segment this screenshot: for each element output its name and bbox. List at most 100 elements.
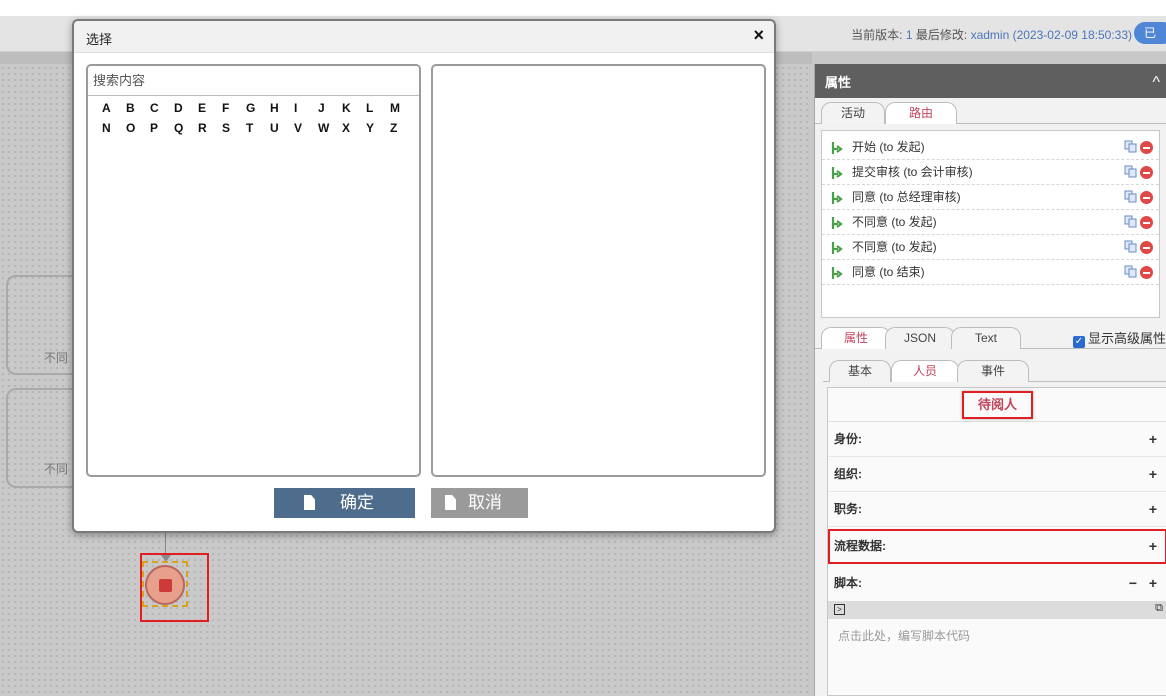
collapse-script-icon[interactable]: −: [1129, 566, 1137, 601]
group-title-text: 待阅人: [961, 391, 1033, 419]
copy-icon[interactable]: [1124, 140, 1137, 153]
version-number[interactable]: 1: [906, 28, 913, 42]
letter-d[interactable]: D: [174, 98, 198, 118]
delete-icon[interactable]: [1140, 166, 1153, 179]
properties-panel: 属性 ^ 活动 路由 开始 (to 发起) 提交审核 (to 会计审核) 同意 …: [814, 64, 1166, 696]
route-label: 同意 (to 总经理审核): [852, 190, 961, 204]
selected-pane[interactable]: [431, 64, 766, 477]
delete-icon[interactable]: [1140, 266, 1153, 279]
add-script-icon[interactable]: +: [1149, 566, 1157, 601]
letter-j[interactable]: J: [318, 98, 342, 118]
letter-r[interactable]: R: [198, 118, 222, 138]
cancel-button[interactable]: 取消: [431, 488, 528, 518]
letter-u[interactable]: U: [270, 118, 294, 138]
stop-icon: [159, 579, 172, 592]
letter-k[interactable]: K: [342, 98, 366, 118]
modified-label: 最后修改:: [915, 28, 968, 42]
letter-c[interactable]: C: [150, 98, 174, 118]
letter-l[interactable]: L: [366, 98, 390, 118]
route-arrow-icon: [831, 242, 843, 254]
route-item[interactable]: 同意 (to 总经理审核): [822, 185, 1159, 210]
letter-o[interactable]: O: [126, 118, 150, 138]
checkbox-checked-icon[interactable]: ✓: [1072, 336, 1085, 348]
letter-t[interactable]: T: [246, 118, 270, 138]
letter-y[interactable]: Y: [366, 118, 390, 138]
collapse-caret-icon[interactable]: ^: [1152, 64, 1160, 102]
search-input[interactable]: [88, 66, 419, 96]
tab-activity[interactable]: 活动: [821, 102, 885, 124]
panel-title: 属性 ^: [815, 64, 1166, 98]
route-arrow-icon: [831, 167, 843, 179]
version-label: 当前版本:: [851, 28, 903, 42]
top-strip: [0, 0, 1166, 16]
published-badge[interactable]: 已: [1134, 22, 1166, 44]
expand-window-icon[interactable]: ⧉: [1155, 602, 1163, 615]
people-sub-tabs: 基本 人员 事件: [823, 360, 1166, 382]
copy-icon[interactable]: [1124, 215, 1137, 228]
select-dialog: 选择 × ABCDEFGHIJKLM NOPQRSTUVWXYZ 确定 取消: [72, 19, 776, 533]
route-item[interactable]: 提交审核 (to 会计审核): [822, 160, 1159, 185]
route-item[interactable]: 开始 (to 发起): [822, 135, 1159, 160]
script-editor[interactable]: 点击此处，编写脚本代码: [828, 619, 1166, 652]
delete-icon[interactable]: [1140, 191, 1153, 204]
letter-e[interactable]: E: [198, 98, 222, 118]
letter-p[interactable]: P: [150, 118, 174, 138]
letter-z[interactable]: Z: [390, 118, 414, 138]
node-label: 不同: [44, 462, 69, 476]
confirm-button[interactable]: 确定: [274, 488, 415, 518]
tab-basic[interactable]: 基本: [829, 360, 891, 382]
document-cancel-icon: [445, 495, 456, 510]
add-flow-data-icon[interactable]: +: [1149, 529, 1157, 564]
tab-text[interactable]: Text: [951, 327, 1021, 349]
flow-data-label: 流程数据:: [834, 539, 886, 553]
tab-people[interactable]: 人员: [891, 360, 959, 382]
copy-icon[interactable]: [1124, 265, 1137, 278]
delete-icon[interactable]: [1140, 216, 1153, 229]
candidate-list[interactable]: [88, 146, 419, 176]
letter-s[interactable]: S: [222, 118, 246, 138]
route-arrow-icon: [831, 267, 843, 279]
letter-q[interactable]: Q: [174, 118, 198, 138]
end-node[interactable]: [145, 565, 185, 605]
letter-h[interactable]: H: [270, 98, 294, 118]
advanced-label: 显示高级属性: [1087, 331, 1166, 346]
add-identity-icon[interactable]: +: [1149, 422, 1157, 457]
modified-by-link[interactable]: xadmin (2023-02-09 18:50:33): [971, 28, 1132, 42]
letter-i[interactable]: I: [294, 98, 318, 118]
tab-json[interactable]: JSON: [885, 327, 955, 349]
route-item[interactable]: 不同意 (to 发起): [822, 210, 1159, 235]
copy-icon[interactable]: [1124, 165, 1137, 178]
tab-properties[interactable]: 属性: [821, 327, 891, 349]
route-list: 开始 (to 发起) 提交审核 (to 会计审核) 同意 (to 总经理审核) …: [821, 130, 1160, 318]
candidate-pane: ABCDEFGHIJKLM NOPQRSTUVWXYZ: [86, 64, 421, 477]
advanced-toggle[interactable]: ✓ 显示高级属性: [1072, 328, 1166, 348]
letter-f[interactable]: F: [222, 98, 246, 118]
terminal-icon[interactable]: >: [834, 604, 845, 615]
add-duty-icon[interactable]: +: [1149, 492, 1157, 527]
letter-b[interactable]: B: [126, 98, 150, 118]
route-label: 同意 (to 结束): [852, 265, 925, 279]
close-icon[interactable]: ×: [753, 25, 764, 46]
letter-x[interactable]: X: [342, 118, 366, 138]
route-item[interactable]: 不同意 (to 发起): [822, 235, 1159, 260]
letter-w[interactable]: W: [318, 118, 342, 138]
copy-icon[interactable]: [1124, 190, 1137, 203]
script-label: 脚本:: [834, 576, 862, 590]
copy-icon[interactable]: [1124, 240, 1137, 253]
route-arrow-icon: [831, 142, 843, 154]
add-org-icon[interactable]: +: [1149, 457, 1157, 492]
delete-icon[interactable]: [1140, 241, 1153, 254]
tab-route[interactable]: 路由: [885, 102, 957, 124]
letter-n[interactable]: N: [102, 118, 126, 138]
route-item[interactable]: 同意 (to 结束): [822, 260, 1159, 285]
letter-a[interactable]: A: [102, 98, 126, 118]
tab-events[interactable]: 事件: [957, 360, 1029, 382]
letter-m[interactable]: M: [390, 98, 414, 118]
letter-row-2: NOPQRSTUVWXYZ: [102, 118, 419, 138]
delete-icon[interactable]: [1140, 141, 1153, 154]
activity-route-tabs: 活动 路由: [815, 102, 1166, 124]
letter-g[interactable]: G: [246, 98, 270, 118]
dialog-title: 选择: [86, 32, 113, 47]
confirm-label: 确定: [340, 493, 374, 512]
letter-v[interactable]: V: [294, 118, 318, 138]
